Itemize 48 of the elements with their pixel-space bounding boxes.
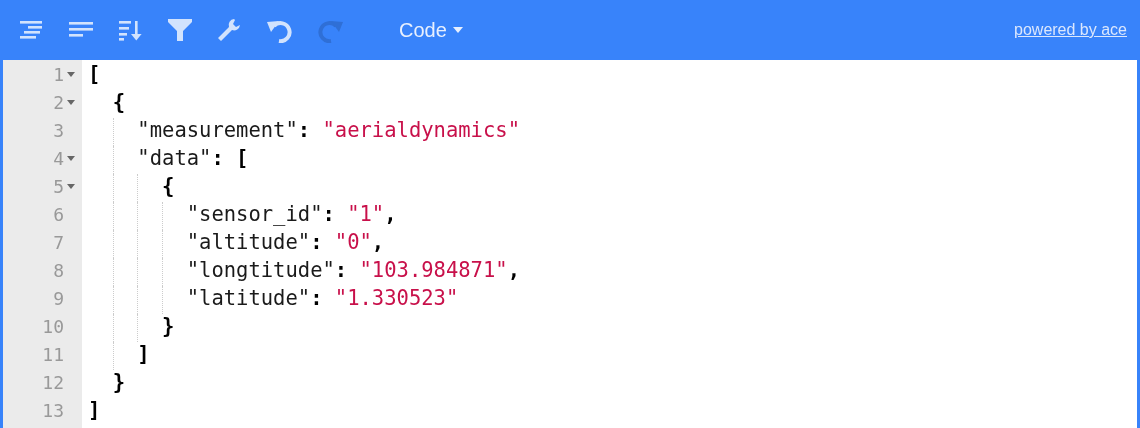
- caret-icon: [452, 27, 463, 33]
- fold-caret-icon[interactable]: [67, 71, 75, 77]
- json-punctuation: {: [162, 174, 175, 198]
- line-number: 1: [53, 63, 64, 85]
- json-string: "aerialdynamics": [322, 118, 520, 142]
- line-number: 6: [53, 203, 64, 225]
- line-number: 13: [42, 399, 64, 421]
- json-punctuation: ]: [88, 398, 101, 422]
- json-key: "sensor_id": [186, 202, 323, 226]
- powered-by-link[interactable]: powered by ace: [1014, 21, 1127, 39]
- json-key: "latitude": [186, 286, 311, 310]
- json-punctuation: }: [162, 314, 175, 338]
- json-punctuation: :: [322, 202, 336, 226]
- line-number: 10: [42, 315, 64, 337]
- json-punctuation: {: [112, 90, 125, 114]
- line-number: 2: [53, 91, 64, 113]
- json-punctuation: : [: [211, 146, 249, 170]
- fold-caret-icon[interactable]: [67, 99, 75, 105]
- line-number: 3: [53, 119, 64, 141]
- json-punctuation: :: [297, 118, 312, 142]
- json-punctuation: :: [310, 230, 324, 254]
- json-key: "data": [137, 146, 212, 170]
- json-punctuation: [: [88, 62, 101, 86]
- json-punctuation: :: [310, 286, 324, 310]
- code-editor[interactable]: 1 [ 2 { 3 "measurement": "aerialdynamics" 4 "data": [ 5 { 6 "sensor_id": "1", 7 "altitude": "0", 8 "longtitude": "103.984871", 9 "latitude": "1.330523" 10 } 11 ] 12 } 13 ]: [3, 60, 1137, 428]
- json-string: "1": [347, 202, 385, 226]
- json-string: "0": [334, 230, 372, 254]
- line-number: 7: [53, 231, 64, 253]
- json-punctuation: ,: [507, 258, 520, 282]
- json-key: "measurement": [137, 118, 298, 142]
- json-key: "altitude": [186, 230, 311, 254]
- json-punctuation: ]: [137, 342, 150, 366]
- line-number: 9: [53, 287, 64, 309]
- line-number: 5: [53, 175, 64, 197]
- json-punctuation: ,: [371, 230, 385, 254]
- json-string: "103.984871": [359, 258, 508, 282]
- fold-caret-icon[interactable]: [67, 183, 75, 189]
- mode-dropdown[interactable]: Code: [399, 16, 463, 44]
- json-punctuation: :: [334, 258, 349, 282]
- fold-caret-icon[interactable]: [67, 155, 75, 161]
- json-punctuation: }: [112, 370, 125, 394]
- line-number: 12: [42, 371, 64, 393]
- json-key: "longtitude": [186, 258, 335, 282]
- line-number: 11: [42, 343, 64, 365]
- line-number: 4: [53, 147, 64, 169]
- line-number: 8: [53, 259, 64, 281]
- json-punctuation: ,: [384, 202, 397, 226]
- json-string: "1.330523": [334, 286, 459, 310]
